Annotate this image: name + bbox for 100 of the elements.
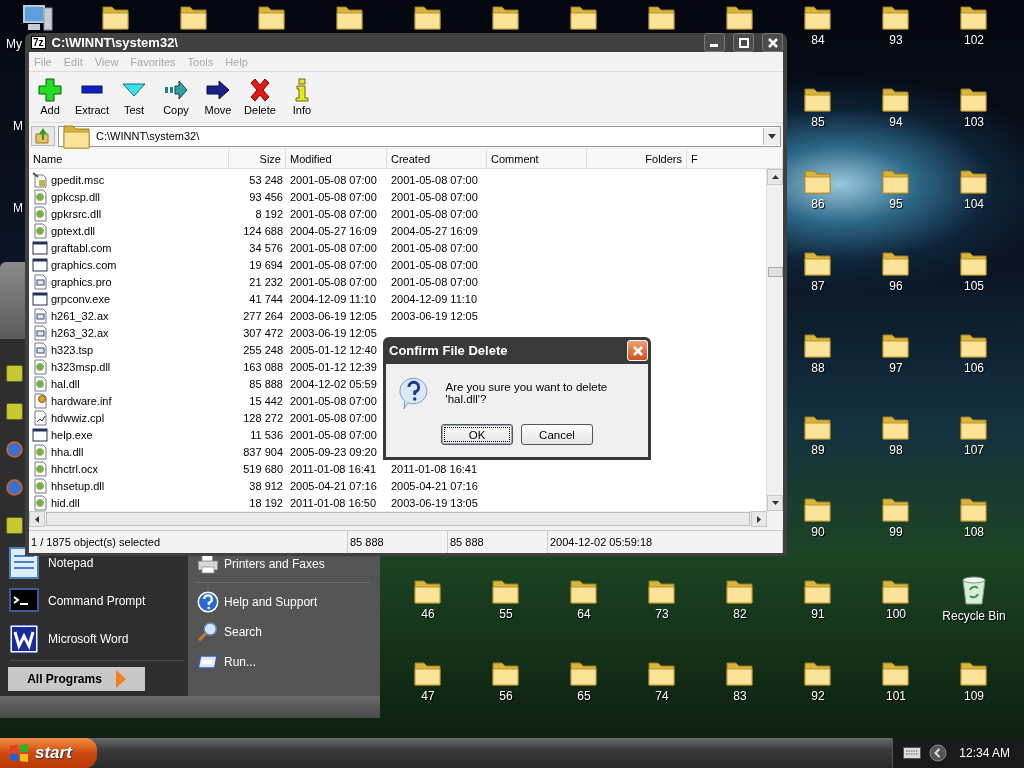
desktop-icon-label[interactable]: 101 — [886, 690, 906, 703]
scroll-right-button[interactable] — [751, 511, 767, 527]
toolbar-button[interactable]: Add — [29, 72, 71, 122]
folder-icon[interactable] — [959, 4, 989, 30]
desktop-icon-label[interactable]: 104 — [964, 198, 984, 211]
folder-icon[interactable] — [959, 168, 989, 194]
desktop-icon-label[interactable]: 83 — [733, 690, 747, 703]
scroll-up-button[interactable] — [767, 169, 783, 185]
toolbar-button[interactable]: Test — [113, 72, 155, 122]
file-name[interactable]: gpkrsrc.dll — [51, 207, 102, 220]
desktop-icon-label[interactable]: 87 — [811, 280, 825, 293]
folder-icon[interactable] — [647, 578, 677, 604]
desktop-icon-label[interactable]: 108 — [964, 526, 984, 539]
folder-icon[interactable] — [803, 4, 833, 30]
file-name[interactable]: hhsetup.dll — [51, 479, 105, 492]
chevron-left-icon[interactable] — [929, 744, 948, 762]
address-field[interactable]: C:\WINNT\system32\ — [58, 125, 781, 147]
desktop-icon-label[interactable]: 97 — [889, 362, 903, 375]
file-name[interactable]: graphics.pro — [51, 275, 112, 288]
folder-icon[interactable] — [569, 578, 599, 604]
desktop-icon-label[interactable]: 107 — [964, 444, 984, 457]
all-programs-button[interactable]: All Programs — [8, 667, 145, 691]
desktop-icon-label[interactable]: 88 — [811, 362, 825, 375]
folder-icon[interactable] — [491, 578, 521, 604]
minimize-button[interactable] — [704, 33, 725, 52]
folder-icon[interactable] — [179, 4, 209, 30]
desktop-icon-label[interactable]: 65 — [577, 690, 591, 703]
folder-icon[interactable] — [413, 578, 443, 604]
desktop-icon-label[interactable]: 85 — [811, 116, 825, 129]
folder-icon[interactable] — [959, 332, 989, 358]
folder-icon[interactable] — [725, 660, 755, 686]
folder-icon[interactable] — [569, 660, 599, 686]
desktop-icon-label[interactable]: 86 — [811, 198, 825, 211]
desktop-icon-label[interactable]: M — [13, 201, 23, 215]
desktop-icon-label[interactable]: 55 — [499, 608, 513, 621]
folder-icon[interactable] — [959, 496, 989, 522]
toolbar-button[interactable]: Extract — [71, 72, 113, 122]
desktop-icon-label[interactable]: Recycle Bin — [942, 610, 1006, 623]
toolbar-button[interactable]: Move — [197, 72, 239, 122]
folder-icon[interactable] — [257, 4, 287, 30]
folder-icon[interactable] — [647, 4, 677, 30]
toolbar-button[interactable]: Delete — [239, 72, 281, 122]
toolbar-button[interactable]: Copy — [155, 72, 197, 122]
file-name[interactable]: h323msp.dll — [51, 360, 111, 373]
recycle-bin-icon[interactable] — [960, 576, 988, 606]
scroll-thumb[interactable] — [768, 267, 783, 277]
desktop-icon-label[interactable]: 93 — [889, 34, 903, 47]
file-name[interactable]: hdwwiz.cpl — [51, 411, 105, 424]
toolbar-button[interactable]: Info — [281, 72, 323, 122]
scroll-left-button[interactable] — [29, 511, 45, 527]
file-name[interactable]: gpedit.msc — [51, 173, 105, 186]
file-name[interactable]: hardware.inf — [51, 394, 112, 407]
desktop-icon-label[interactable]: 46 — [421, 608, 435, 621]
start-menu-item[interactable]: Notepad — [48, 556, 94, 570]
folder-icon[interactable] — [803, 86, 833, 112]
folder-icon[interactable] — [881, 578, 911, 604]
file-name[interactable]: h261_32.ax — [51, 309, 109, 322]
folder-icon[interactable] — [959, 250, 989, 276]
desktop-icon-label[interactable]: 96 — [889, 280, 903, 293]
maximize-button[interactable] — [733, 33, 754, 52]
folder-icon[interactable] — [881, 332, 911, 358]
folder-icon[interactable] — [725, 4, 755, 30]
file-name[interactable]: gptext.dll — [51, 224, 96, 237]
file-name[interactable]: h263_32.ax — [51, 326, 109, 339]
folder-icon[interactable] — [881, 660, 911, 686]
file-name[interactable]: hhctrl.ocx — [51, 462, 99, 475]
folder-icon[interactable] — [803, 332, 833, 358]
scroll-down-button[interactable] — [767, 495, 783, 511]
folder-icon[interactable] — [803, 250, 833, 276]
folder-icon[interactable] — [881, 414, 911, 440]
desktop-icon-label[interactable]: 95 — [889, 198, 903, 211]
folder-icon[interactable] — [725, 578, 755, 604]
desktop-icon-label[interactable]: 103 — [964, 116, 984, 129]
desktop-icon-label[interactable]: 64 — [577, 608, 591, 621]
folder-icon[interactable] — [101, 4, 131, 30]
file-name[interactable]: graftabl.com — [51, 241, 112, 254]
folder-icon[interactable] — [335, 4, 365, 30]
desktop-icon-label[interactable]: 99 — [889, 526, 903, 539]
desktop-icon-label[interactable]: 106 — [964, 362, 984, 375]
desktop-icon-label[interactable]: 92 — [811, 690, 825, 703]
desktop-icon-label[interactable]: 100 — [886, 608, 906, 621]
start-menu-item[interactable]: Printers and Faxes — [224, 557, 325, 571]
desktop-icon-label[interactable]: 74 — [655, 690, 669, 703]
desktop-icon-label[interactable]: 90 — [811, 526, 825, 539]
scroll-thumb[interactable] — [46, 512, 750, 526]
up-folder-button[interactable] — [31, 126, 55, 146]
folder-icon[interactable] — [803, 496, 833, 522]
start-menu-item[interactable]: Microsoft Word — [48, 632, 129, 646]
folder-icon[interactable] — [959, 86, 989, 112]
folder-icon[interactable] — [647, 660, 677, 686]
folder-icon[interactable] — [803, 578, 833, 604]
start-menu-item[interactable]: Run... — [224, 655, 256, 669]
desktop-icon-label[interactable]: M — [13, 119, 23, 133]
folder-icon[interactable] — [959, 414, 989, 440]
desktop-icon-label[interactable]: 84 — [811, 34, 825, 47]
desktop-icon-label[interactable]: 105 — [964, 280, 984, 293]
horizontal-scrollbar[interactable] — [29, 511, 767, 528]
desktop-icon-label[interactable]: 102 — [964, 34, 984, 47]
folder-icon[interactable] — [491, 4, 521, 30]
desktop-icon-label[interactable]: 73 — [655, 608, 669, 621]
